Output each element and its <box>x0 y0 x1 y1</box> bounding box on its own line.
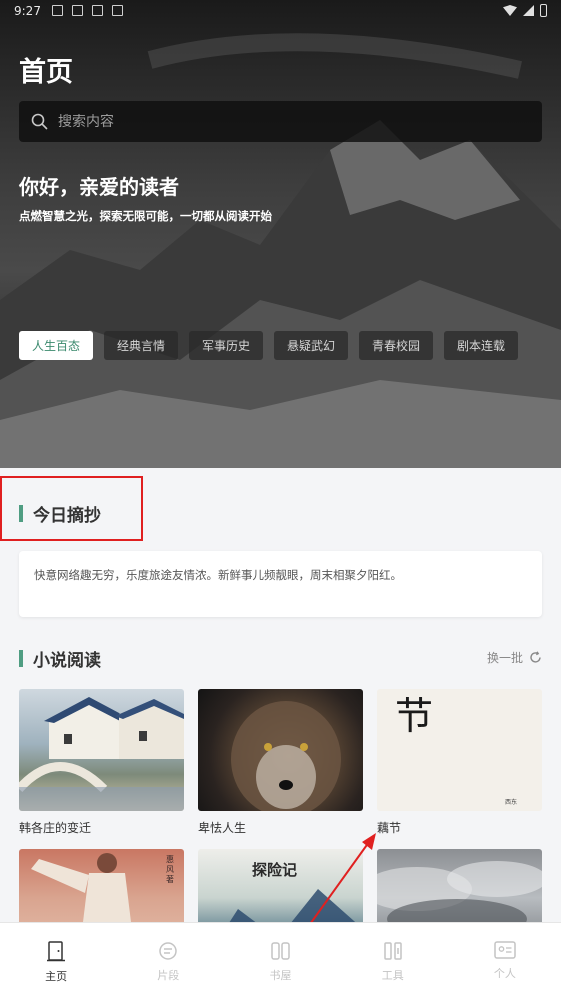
nav-label: 片段 <box>157 969 180 982</box>
profile-card-icon <box>494 941 516 959</box>
daily-excerpt-card[interactable]: 快意网络趣无穷，乐度旅途友情浓。新鲜事儿频靓眼，周末相聚夕阳红。 <box>19 551 542 617</box>
tag-jingdianyanqing[interactable]: 经典言情 <box>104 331 178 360</box>
download-icon <box>72 5 83 16</box>
tag-juben-lianzai[interactable]: 剧本连载 <box>444 331 518 360</box>
download-icon <box>92 5 103 16</box>
book-cover <box>19 689 184 811</box>
book-cover: 节 西东 <box>377 689 542 811</box>
book-card[interactable]: 节 西东 藕节 <box>377 689 542 836</box>
books-icon <box>270 942 290 960</box>
book-title: 卑怯人生 <box>198 821 247 835</box>
cover-author-text: 惠风著 <box>166 855 174 884</box>
nav-label: 个人 <box>493 967 516 980</box>
nav-label: 主页 <box>45 970 68 983</box>
status-time: 9:27 <box>14 4 41 18</box>
battery-icon <box>540 4 547 17</box>
novel-reading-title: 小说阅读 <box>33 651 101 671</box>
novel-reading-header: 小说阅读 <box>19 646 101 671</box>
nav-profile[interactable]: 个人 <box>449 923 561 998</box>
wolf-illustration <box>231 701 341 811</box>
mountain-background <box>0 33 561 468</box>
village-bridge-illustration <box>19 697 184 811</box>
tag-renshengbaitai[interactable]: 人生百态 <box>19 331 93 360</box>
book-card[interactable]: 卑怯人生 <box>198 689 363 836</box>
book-title: 藕节 <box>377 821 402 835</box>
section-accent-bar <box>19 650 23 667</box>
system-status <box>503 4 547 17</box>
status-bar: 9:27 <box>0 0 561 24</box>
daily-excerpt-header: 今日摘抄 <box>19 501 101 526</box>
book-cover <box>198 689 363 811</box>
tag-qingchunxiaoyuan[interactable]: 青春校园 <box>359 331 433 360</box>
refresh-batch-button[interactable]: 换一批 <box>487 649 542 666</box>
search-bar[interactable] <box>19 101 542 142</box>
section-accent-bar <box>19 505 23 522</box>
nav-bookstore[interactable]: 书屋 <box>224 923 336 998</box>
nav-fragments[interactable]: 片段 <box>112 923 224 998</box>
nav-home[interactable]: 主页 <box>0 923 112 998</box>
page-title: 首页 <box>19 57 73 88</box>
door-icon <box>47 941 66 962</box>
category-tags: 人生百态 经典言情 军事历史 悬疑武幻 青春校园 剧本连载 <box>19 331 518 360</box>
cover-title-text: 节 <box>395 694 434 738</box>
tag-xuanyiwuhuan[interactable]: 悬疑武幻 <box>274 331 348 360</box>
nav-label: 书屋 <box>269 969 292 982</box>
nav-label: 工具 <box>381 969 404 982</box>
wifi-icon <box>503 5 517 16</box>
refresh-icon <box>530 651 541 663</box>
book-title: 韩各庄的变迁 <box>19 821 92 835</box>
notification-icons <box>52 5 123 16</box>
book-card[interactable]: 韩各庄的变迁 <box>19 689 184 836</box>
cover-title-text: 探险记 <box>252 861 298 879</box>
cover-author-text: 西东 <box>505 799 518 806</box>
image-notification-icon <box>52 5 63 16</box>
bottom-navigation: 主页 片段 书屋 工具 个人 <box>0 922 561 998</box>
refresh-label: 换一批 <box>486 651 523 665</box>
app-notification-icon <box>112 5 123 16</box>
signal-icon <box>523 5 534 16</box>
search-icon <box>31 113 48 130</box>
daily-excerpt-text: 快意网络趣无穷，乐度旅途友情浓。新鲜事儿频靓眼，周末相聚夕阳红。 <box>34 568 402 582</box>
tag-junshilishi[interactable]: 军事历史 <box>189 331 263 360</box>
nav-tools[interactable]: 工具 <box>337 923 449 998</box>
chat-icon <box>159 942 178 960</box>
hero-banner: 9:27 首页 你好，亲爱的读者 点燃智慧之光，探索无限可能，一切都从阅读开始 … <box>0 0 561 468</box>
tools-icon <box>383 942 402 960</box>
daily-excerpt-title: 今日摘抄 <box>33 506 101 526</box>
greeting-heading: 你好，亲爱的读者 <box>19 175 179 199</box>
search-input[interactable] <box>58 113 498 130</box>
slogan-text: 点燃智慧之光，探索无限可能，一切都从阅读开始 <box>19 209 272 223</box>
